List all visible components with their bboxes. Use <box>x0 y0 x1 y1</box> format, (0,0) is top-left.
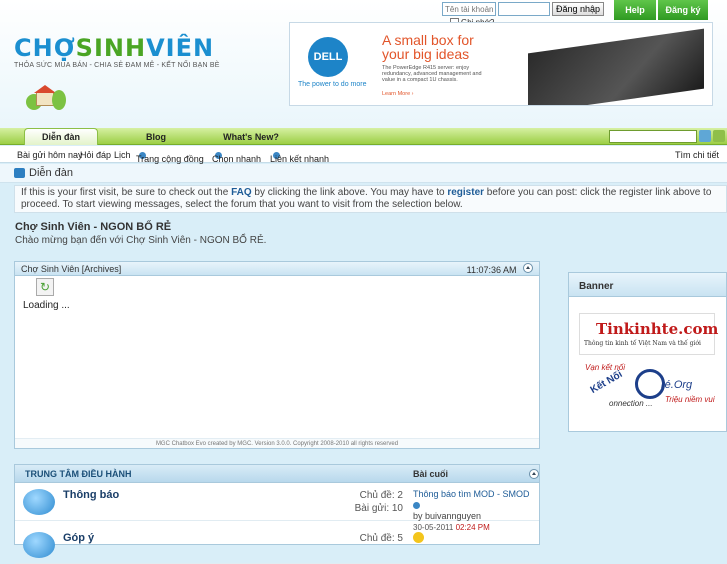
tinkinhte-banner[interactable]: Tinkinhte.com Thông tin kinh tế Việt Nam… <box>579 313 719 355</box>
password-field[interactable] <box>498 2 550 16</box>
banner-sidebar: Banner Tinkinhte.com Thông tin kinh tế V… <box>568 272 727 432</box>
tab-forum[interactable]: Diễn đàn <box>24 128 98 145</box>
site-tagline: THỎA SỨC MUA BÁN - CHIA SẺ ĐAM MÊ - KẾT … <box>14 62 220 69</box>
forum-stats: Chủ đề: 5 <box>315 532 403 545</box>
refresh-icon[interactable]: ↻ <box>36 278 54 296</box>
collapse-icon[interactable] <box>523 262 533 273</box>
advanced-search-link[interactable]: Tìm chi tiết <box>675 150 719 160</box>
register-button[interactable]: Đăng ký <box>658 0 708 20</box>
tinkinhte-title: Tinkinhte.com <box>596 320 719 338</box>
chatbox: Chợ Sinh Viên [Archives] 11:07:36 AM ↻ L… <box>14 261 540 449</box>
new-post-icon[interactable] <box>413 500 530 511</box>
ketnoi-banner[interactable]: Vạn kết nối Kết Nối ré.Org onnection ...… <box>579 361 715 417</box>
breadcrumb: Diễn đàn <box>0 164 727 183</box>
dell-logo: DELL <box>308 37 348 77</box>
site-logo[interactable]: CHỢSINHVIÊN <box>14 34 214 62</box>
forum-row: Góp ý Chủ đề: 5 <box>15 528 539 564</box>
last-post-author[interactable]: by buivannguyen <box>413 511 530 522</box>
chatbox-title[interactable]: Chợ Sinh Viên <box>21 264 79 274</box>
forum-category-title[interactable]: TRUNG TÂM ĐIỀU HÀNH <box>25 469 132 479</box>
forum-stats: Chủ đề: 2 Bài gửi: 10 <box>315 489 403 515</box>
chatbox-archives-link[interactable]: [Archives] <box>82 264 122 274</box>
help-button[interactable]: Help <box>614 0 656 20</box>
ketnoi-line-2: Kết Nối <box>588 368 625 397</box>
breadcrumb-current: Diễn đàn <box>29 167 74 179</box>
login-button[interactable]: Đăng nhập <box>552 2 605 16</box>
home-icon[interactable] <box>14 168 25 178</box>
ad-headline: A small box for your big ideas <box>382 33 474 61</box>
first-visit-notice: If this is your first visit, be sure to … <box>14 185 727 213</box>
logo-part-1: CHỢ <box>14 34 76 62</box>
subnav-calendar[interactable]: Lịch <box>114 150 131 160</box>
chatbox-loading: Loading ... <box>23 300 70 311</box>
subnav-faq[interactable]: Hỏi đáp <box>80 150 111 160</box>
forum-category: TRUNG TÂM ĐIỀU HÀNH Bài cuối Thông báo C… <box>14 464 540 564</box>
ad-brand-sub: The power to do more <box>298 81 367 88</box>
chatbox-footer: MGC Chatbox Evo created by MGC. Version … <box>15 438 539 448</box>
chatbox-title-group: Chợ Sinh Viên [Archives] <box>21 264 121 274</box>
username-field[interactable] <box>442 2 496 16</box>
subnav-quick-select[interactable]: Chọn nhanh <box>212 150 261 164</box>
forum-threads: Chủ đề: 2 <box>359 490 403 501</box>
forum-posts: Bài gửi: 10 <box>354 503 403 514</box>
forum-name[interactable]: Góp ý <box>63 532 94 544</box>
collapse-icon[interactable] <box>529 468 539 479</box>
register-link[interactable]: register <box>447 187 484 198</box>
ad-learn-more-link[interactable]: Learn More › <box>382 91 414 97</box>
login-form: Đăng nhập <box>442 2 605 16</box>
last-post: Thông báo tìm MOD - SMOD by buivannguyen… <box>413 489 530 533</box>
welcome-block: Chợ Sinh Viên - NGON BỔ RẺ Chào mừng bạn… <box>15 221 266 246</box>
forum-status-icon <box>23 532 55 558</box>
search-input[interactable] <box>609 130 697 143</box>
chatbox-time: 11:07:36 AM <box>466 264 517 275</box>
forum-threads: Chủ đề: 5 <box>359 533 403 544</box>
ketnoi-line-3: onnection ... <box>609 399 653 408</box>
subnav-community-label: Trang cộng đồng <box>136 154 204 164</box>
ketnoi-brand: ré.Org <box>661 379 693 391</box>
house-illustration <box>26 84 66 112</box>
subnav-quick-links-label: Liên kết nhanh <box>270 154 330 164</box>
logo-part-3: VIÊN <box>146 34 215 62</box>
search-icon[interactable] <box>699 130 711 142</box>
ketnoi-line-4: Triệu niềm vui <box>665 395 715 404</box>
logo-part-2: SINH <box>75 34 147 62</box>
chatbox-clock-group: 11:07:36 AM <box>466 262 533 275</box>
forum-row: Thông báo Chủ đề: 2 Bài gửi: 10 Thông bá… <box>15 485 539 532</box>
welcome-subtitle: Chào mừng bạn đến với Chợ Sinh Viên - NG… <box>15 235 267 246</box>
last-post-header: Bài cuối <box>413 468 449 479</box>
sidebar-title: Banner <box>569 273 726 297</box>
faq-link[interactable]: FAQ <box>231 187 252 198</box>
subnav-todays-posts[interactable]: Bài gửi hôm nay <box>17 150 83 160</box>
server-image <box>528 28 704 105</box>
subnav-community[interactable]: Trang cộng đồng <box>136 150 204 164</box>
tab-whats-new[interactable]: What's New? <box>216 128 286 145</box>
ad-banner[interactable]: DELL The power to do more A small box fo… <box>289 22 713 106</box>
site-header: CHỢSINHVIÊN THỎA SỨC MUA BÁN - CHIA SẺ Đ… <box>0 0 727 128</box>
chatbox-header: Chợ Sinh Viên [Archives] 11:07:36 AM <box>15 262 539 276</box>
search-options-icon[interactable] <box>713 130 725 142</box>
smiley-icon <box>413 532 424 543</box>
subnav-quick-select-label: Chọn nhanh <box>212 154 262 164</box>
tinkinhte-subtitle: Thông tin kinh tế Việt Nam và thế giới <box>584 340 701 347</box>
ad-headline-2: your big ideas <box>382 46 470 62</box>
forum-category-header: TRUNG TÂM ĐIỀU HÀNH Bài cuối <box>15 465 539 483</box>
ad-body: The PowerEdge R415 server: enjoy redunda… <box>382 65 482 83</box>
forum-name[interactable]: Thông báo <box>63 489 119 501</box>
forum-status-icon <box>23 489 55 515</box>
tab-blog[interactable]: Blog <box>134 128 178 145</box>
welcome-title: Chợ Sinh Viên - NGON BỔ RẺ <box>15 221 172 233</box>
subnav-quick-links[interactable]: Liên kết nhanh <box>270 150 329 164</box>
notice-text-1: If this is your first visit, be sure to … <box>21 187 232 198</box>
last-post-title[interactable]: Thông báo tìm MOD - SMOD <box>413 489 530 500</box>
ad-headline-1: A small box for <box>382 32 474 48</box>
notice-text-2: by clicking the link above. You may have… <box>251 187 448 198</box>
main-navbar: Diễn đàn Blog What's New? <box>0 128 727 145</box>
sub-navbar: Bài gửi hôm nay Hỏi đáp Lịch Trang cộng … <box>0 146 727 164</box>
